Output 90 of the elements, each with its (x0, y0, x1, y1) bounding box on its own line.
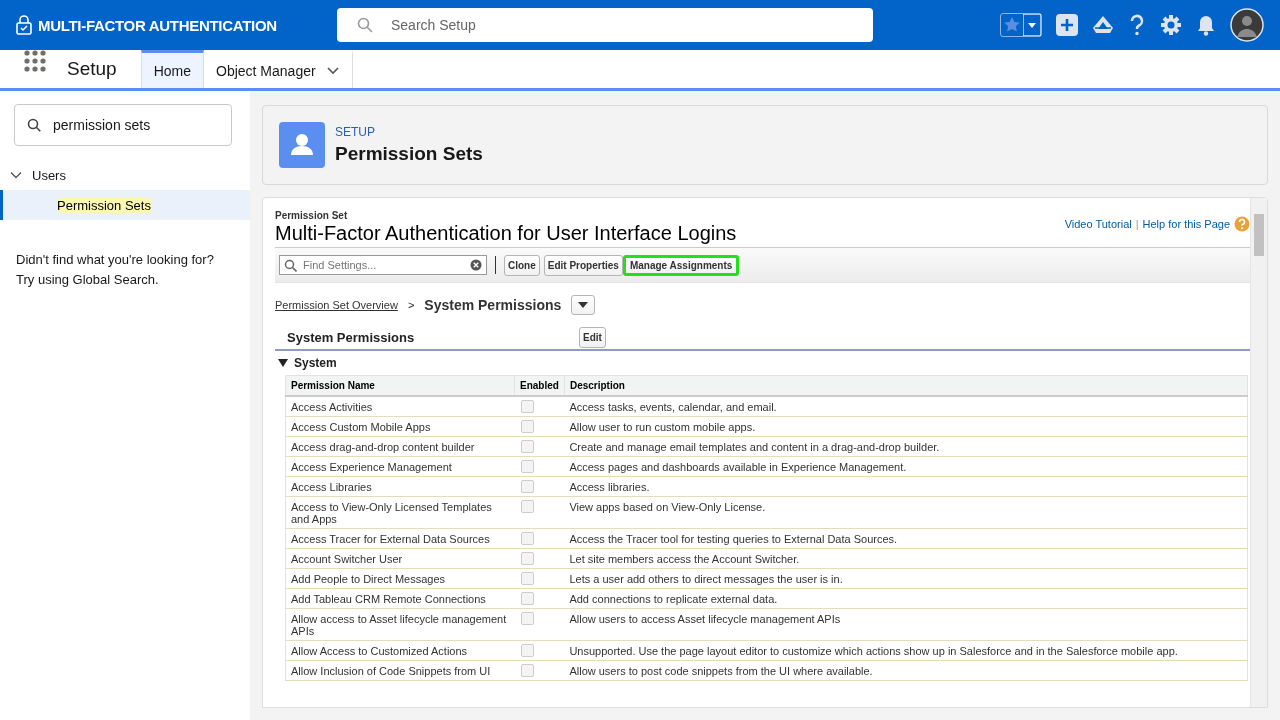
checkbox[interactable] (520, 420, 534, 433)
favorites-button[interactable] (1000, 13, 1042, 37)
table-cell: Access pages and dashboards available in Experience Management. (564, 456, 1248, 477)
lock-icon (16, 15, 32, 35)
find-field[interactable]: Find Settings... (279, 255, 487, 275)
scrollbar[interactable] (1250, 198, 1267, 707)
page-title: Permission Sets (335, 143, 483, 165)
search-icon (357, 17, 373, 33)
checkbox[interactable] (520, 532, 534, 545)
settings-icon[interactable] (1160, 14, 1182, 36)
table-cell: Add connections to replicate external data. (564, 588, 1248, 609)
help-link[interactable]: Help for this Page (1142, 218, 1230, 230)
checkbox[interactable] (520, 644, 534, 657)
table-cell: Let site members access the Account Switcher. (564, 548, 1248, 569)
table-cell: Unsupported. Use the page layout editor to customize which actions show up in Salesforce and in the Salesforce mobile app. (564, 640, 1248, 661)
table-cell: Allow users to post code snippets from the UI where available. (564, 660, 1248, 681)
table-cell: Allow Inclusion of Code Snippets from UI (285, 660, 515, 681)
table-cell: Allow Access to Customized Actions (285, 640, 515, 661)
nav-tab[interactable]: Home (140, 50, 204, 88)
link-separator: | (1135, 218, 1139, 230)
search-field[interactable]: permission sets (14, 104, 232, 146)
help-text: Didn't find what you're looking for? (16, 251, 215, 269)
help-link[interactable]: Video Tutorial (1064, 218, 1132, 230)
column-header: Permission Name (285, 375, 515, 396)
record-type: Permission Set (275, 210, 349, 221)
page-eyebrow: SETUP (335, 125, 376, 139)
table-cell: Access libraries. (564, 476, 1248, 497)
table-cell: Access the Tracer tool for testing queries to External Data Sources. (564, 528, 1248, 549)
app-title: MULTI-FACTOR AUTHENTICATION (38, 16, 277, 34)
table-cell: Allow user to run custom mobile apps. (564, 416, 1248, 437)
checkbox[interactable] (520, 592, 534, 605)
checkbox[interactable] (520, 480, 534, 493)
table-cell: Create and manage email templates and content in a drag-and-drop builder. (564, 436, 1248, 457)
table-cell: Allow users to access Asset lifecycle management APIs (564, 608, 1248, 641)
help-text: Try using Global Search. (16, 271, 160, 289)
help-icon[interactable] (1128, 14, 1146, 36)
dropdown-button[interactable] (571, 295, 596, 315)
table-cell: Access Tracer for External Data Sources (285, 528, 515, 549)
app-launcher-icon[interactable] (24, 50, 46, 72)
caret-down-icon (1023, 14, 1041, 36)
toolbar-button[interactable]: Clone (504, 254, 540, 276)
table-cell: Add Tableau CRM Remote Connections (285, 588, 515, 609)
triangle-down-icon[interactable] (278, 358, 288, 368)
breadcrumb-link[interactable]: Permission Set Overview (275, 299, 398, 311)
toolbar-button[interactable]: Manage Assignments (622, 254, 740, 276)
search-icon (284, 258, 297, 272)
add-icon[interactable] (1056, 14, 1078, 36)
table-cell: Access to View-Only Licensed Templates and Apps (285, 496, 515, 529)
breadcrumb-current: System Permissions (424, 297, 562, 313)
clear-icon[interactable] (470, 259, 482, 271)
checkbox[interactable] (520, 572, 534, 585)
checkbox[interactable] (520, 400, 534, 413)
table-cell: Lets a user add others to direct messages the user is in. (564, 568, 1248, 589)
checkbox[interactable] (520, 460, 534, 473)
table-cell: Access drag-and-drop content builder (285, 436, 515, 457)
table-cell: Account Switcher User (285, 548, 515, 569)
app-name: Setup (67, 58, 117, 80)
group-title: System (294, 356, 337, 370)
breadcrumb-separator: > (407, 299, 415, 311)
table-cell: Access Experience Management (285, 456, 515, 477)
search-field[interactable]: Search Setup (337, 8, 873, 42)
checkbox[interactable] (520, 612, 534, 625)
checkbox[interactable] (520, 664, 534, 677)
toolbar-button[interactable]: Edit Properties (543, 254, 623, 276)
tree-item[interactable]: Permission Sets (0, 190, 250, 220)
chevron-down-icon[interactable] (10, 169, 22, 181)
record-title: Multi-Factor Authentication for User Interface Logins (275, 222, 737, 245)
table-cell: Access Libraries (285, 476, 515, 497)
table-cell: View apps based on View-Only License. (564, 496, 1248, 529)
table-cell: Access Custom Mobile Apps (285, 416, 515, 437)
checkbox[interactable] (520, 440, 534, 453)
column-header: Enabled (514, 375, 565, 396)
checkbox[interactable] (520, 552, 534, 565)
edit-button[interactable]: Edit (579, 326, 606, 348)
table-cell: Allow access to Asset lifecycle management APIs (285, 608, 515, 641)
checkbox[interactable] (520, 500, 534, 513)
column-header: Description (564, 375, 1248, 396)
avatar-icon[interactable] (1230, 8, 1264, 42)
help-icon[interactable] (1234, 216, 1250, 232)
tree-item[interactable]: Users (32, 167, 66, 183)
user-icon (279, 122, 325, 168)
mountain-icon[interactable] (1092, 14, 1114, 36)
search-icon (27, 118, 41, 132)
nav-tab[interactable]: Object Manager (204, 50, 353, 88)
table-cell: Add People to Direct Messages (285, 568, 515, 589)
table-cell: Access tasks, events, calendar, and email. (564, 396, 1248, 417)
bell-icon[interactable] (1196, 14, 1216, 36)
caret-down-icon (578, 302, 589, 308)
section-title: System Permissions (287, 329, 416, 345)
table-cell: Access Activities (285, 396, 515, 417)
